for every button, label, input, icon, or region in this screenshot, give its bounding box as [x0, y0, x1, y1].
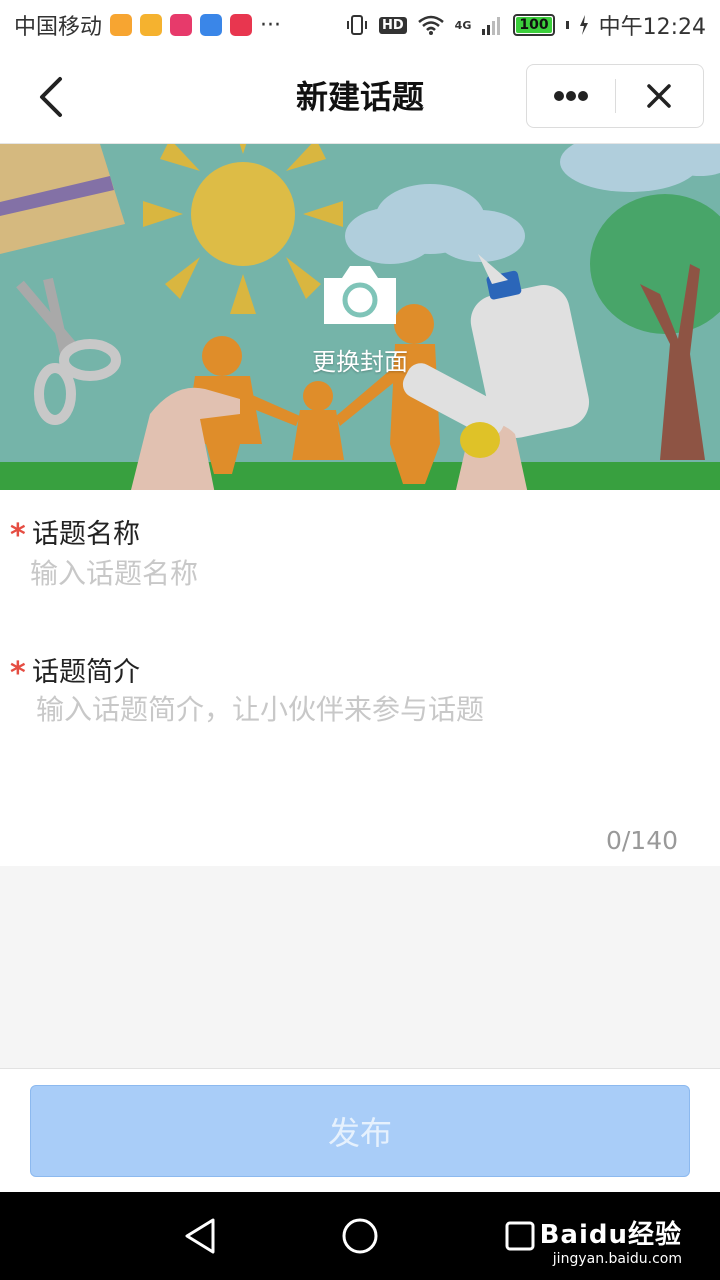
nav-back-button[interactable]: [178, 1214, 222, 1258]
change-cover-label: 更换封面: [312, 348, 408, 376]
close-button[interactable]: [616, 65, 704, 127]
close-icon: [647, 84, 671, 108]
chevron-left-icon: [40, 77, 62, 117]
camera-icon: [324, 266, 396, 324]
app-notification-icon: [230, 14, 253, 36]
mini-program-capsule: [526, 64, 704, 128]
wifi-icon: [417, 15, 444, 35]
topic-intro-input[interactable]: [36, 688, 686, 808]
square-recents-icon: [505, 1221, 535, 1251]
intro-char-counter: 0/140: [605, 826, 678, 855]
watermark-logo: Baidu经验: [539, 1220, 682, 1250]
system-nav-bar: Baidu经验 jingyan.baidu.com: [0, 1192, 720, 1280]
nav-recents-button[interactable]: [498, 1214, 542, 1258]
baidu-jingyan-watermark: Baidu经验 jingyan.baidu.com: [540, 1214, 682, 1267]
required-mark: *: [10, 518, 26, 553]
nav-home-button[interactable]: [338, 1214, 382, 1258]
vibrate-icon: [347, 15, 367, 35]
change-cover-button[interactable]: 更换封面: [290, 262, 430, 382]
back-button[interactable]: [26, 70, 76, 124]
circle-home-icon: [342, 1218, 378, 1254]
more-notifications: ···: [260, 12, 281, 38]
battery-icon: 100: [513, 14, 555, 36]
publish-button[interactable]: 发布: [30, 1085, 690, 1177]
battery-level: 100: [516, 17, 552, 33]
triangle-back-icon: [185, 1218, 215, 1254]
charging-icon: [579, 15, 588, 35]
carrier-name: 中国移动: [14, 15, 103, 40]
topic-name-input[interactable]: [30, 550, 670, 596]
app-notification-icon: [200, 14, 223, 36]
battery-tip: [565, 21, 569, 29]
nav-header: 新建话题: [0, 50, 720, 144]
cover-image[interactable]: 更换封面: [0, 144, 720, 490]
topic-form: * 话题名称 * 话题简介 0/140: [0, 490, 720, 866]
status-left: 中国移动 ···: [14, 9, 281, 41]
video-app-icon: [170, 14, 193, 36]
status-bar: 中国移动 ··· HD 4G 100 中午12:24: [0, 0, 720, 50]
more-button[interactable]: [527, 65, 615, 127]
topic-name-label: 话题名称: [32, 519, 140, 550]
required-mark: *: [10, 656, 26, 691]
footer-bar: 发布: [0, 1068, 720, 1192]
topic-intro-label: 话题简介: [32, 657, 140, 688]
app-notification-icon: [110, 14, 133, 36]
network-type: 4G: [454, 19, 472, 32]
status-right: HD 4G 100 中午12:24: [345, 9, 706, 41]
watermark-url: jingyan.baidu.com: [552, 1251, 682, 1267]
app-notification-icon: [140, 14, 163, 36]
more-dots-icon: [553, 91, 588, 101]
clock: 中午12:24: [598, 15, 706, 40]
hd-badge: HD: [379, 16, 407, 34]
signal-icon: [482, 17, 501, 35]
